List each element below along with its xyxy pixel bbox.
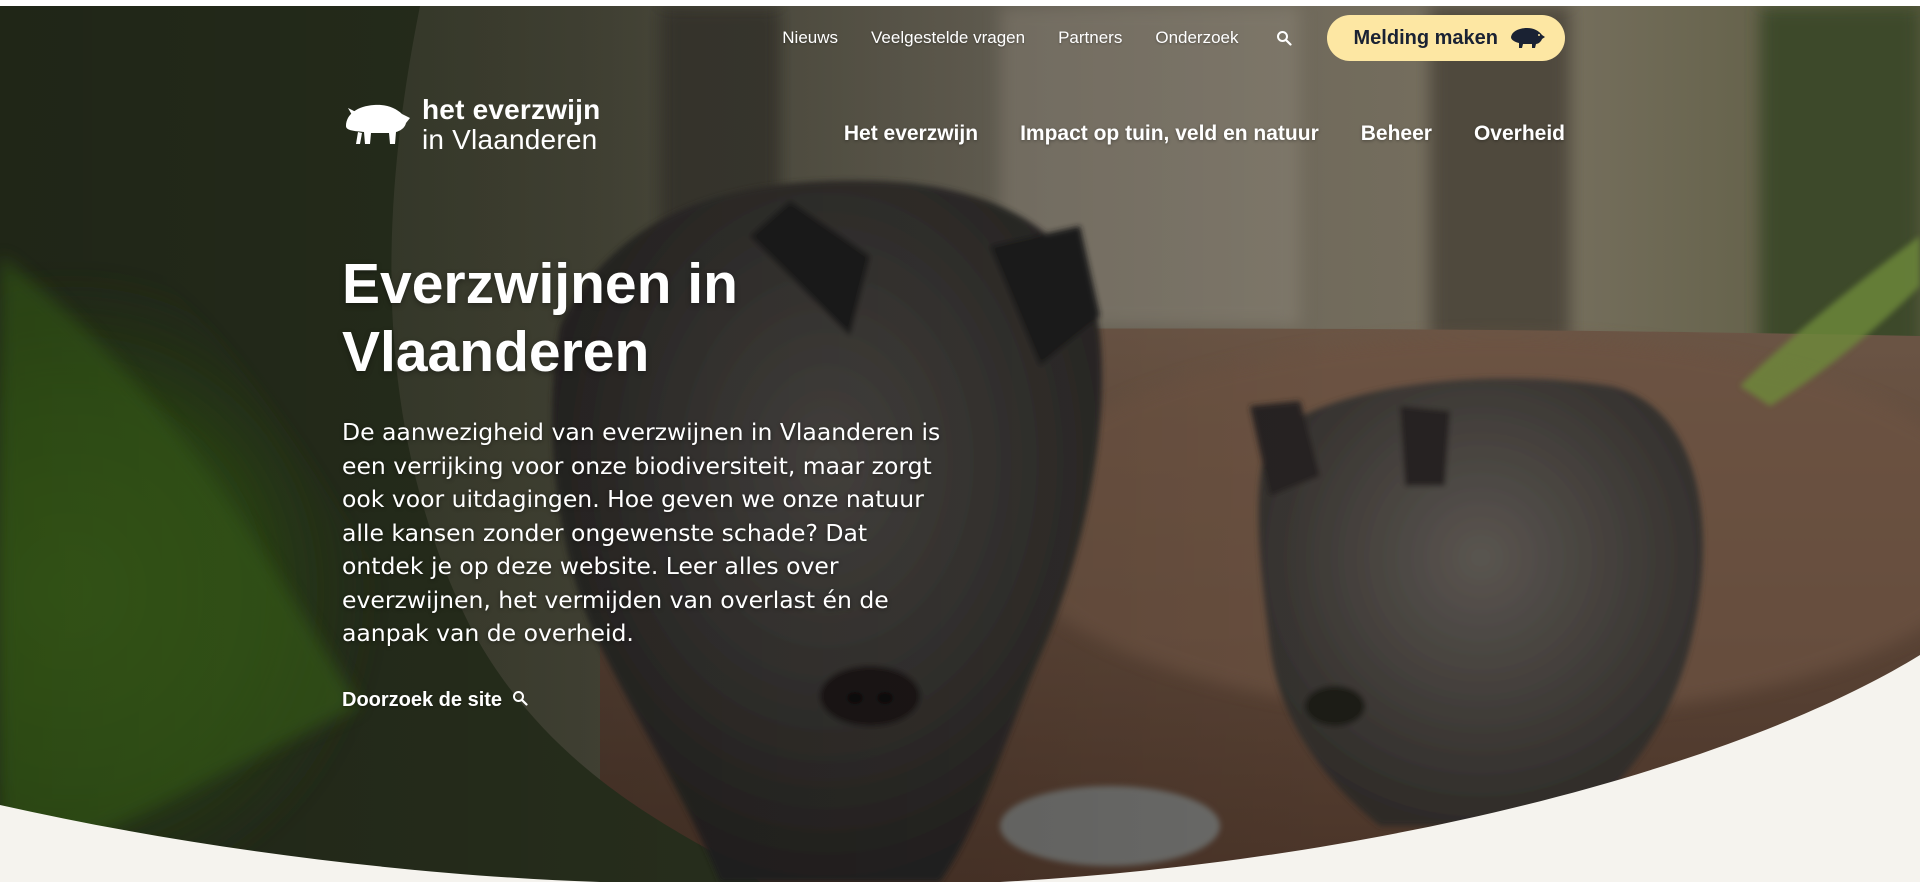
logo-text: het everzwijn in Vlaanderen <box>422 96 600 154</box>
utility-link-partners[interactable]: Partners <box>1058 28 1122 48</box>
search-icon[interactable] <box>1273 27 1295 49</box>
main-nav-het-everzwijn[interactable]: Het everzwijn <box>844 122 978 146</box>
site-logo[interactable]: het everzwijn in Vlaanderen <box>344 96 600 154</box>
search-site-link[interactable]: Doorzoek de site <box>342 689 528 712</box>
top-strip <box>0 0 1920 6</box>
main-nav-beheer[interactable]: Beheer <box>1361 122 1432 146</box>
search-icon <box>512 690 528 710</box>
boar-icon <box>1508 25 1546 52</box>
utility-link-veelgestelde-vragen[interactable]: Veelgestelde vragen <box>871 28 1025 48</box>
logo-line-1: het everzwijn <box>422 94 601 125</box>
logo-line-2: in Vlaanderen <box>422 124 598 155</box>
main-nav-overheid[interactable]: Overheid <box>1474 122 1565 146</box>
hero-title: Everzwijnen in Vlaanderen <box>342 252 738 384</box>
utility-nav: Nieuws Veelgestelde vragen Partners Onde… <box>749 15 1565 61</box>
report-button-label: Melding maken <box>1353 26 1498 49</box>
boar-logo-icon <box>344 100 412 150</box>
page: Nieuws Veelgestelde vragen Partners Onde… <box>0 0 1920 882</box>
main-nav: Het everzwijn Impact op tuin, veld en na… <box>802 122 1565 146</box>
hero-intro-text: De aanwezigheid van everzwijnen in Vlaan… <box>342 418 941 647</box>
hero-content: Everzwijnen in Vlaanderen De aanwezighei… <box>342 250 962 712</box>
report-button[interactable]: Melding maken <box>1326 15 1565 61</box>
utility-link-onderzoek[interactable]: Onderzoek <box>1155 28 1238 48</box>
main-nav-impact[interactable]: Impact op tuin, veld en natuur <box>1020 122 1319 146</box>
utility-link-nieuws[interactable]: Nieuws <box>782 28 838 48</box>
search-site-link-label: Doorzoek de site <box>342 688 503 711</box>
